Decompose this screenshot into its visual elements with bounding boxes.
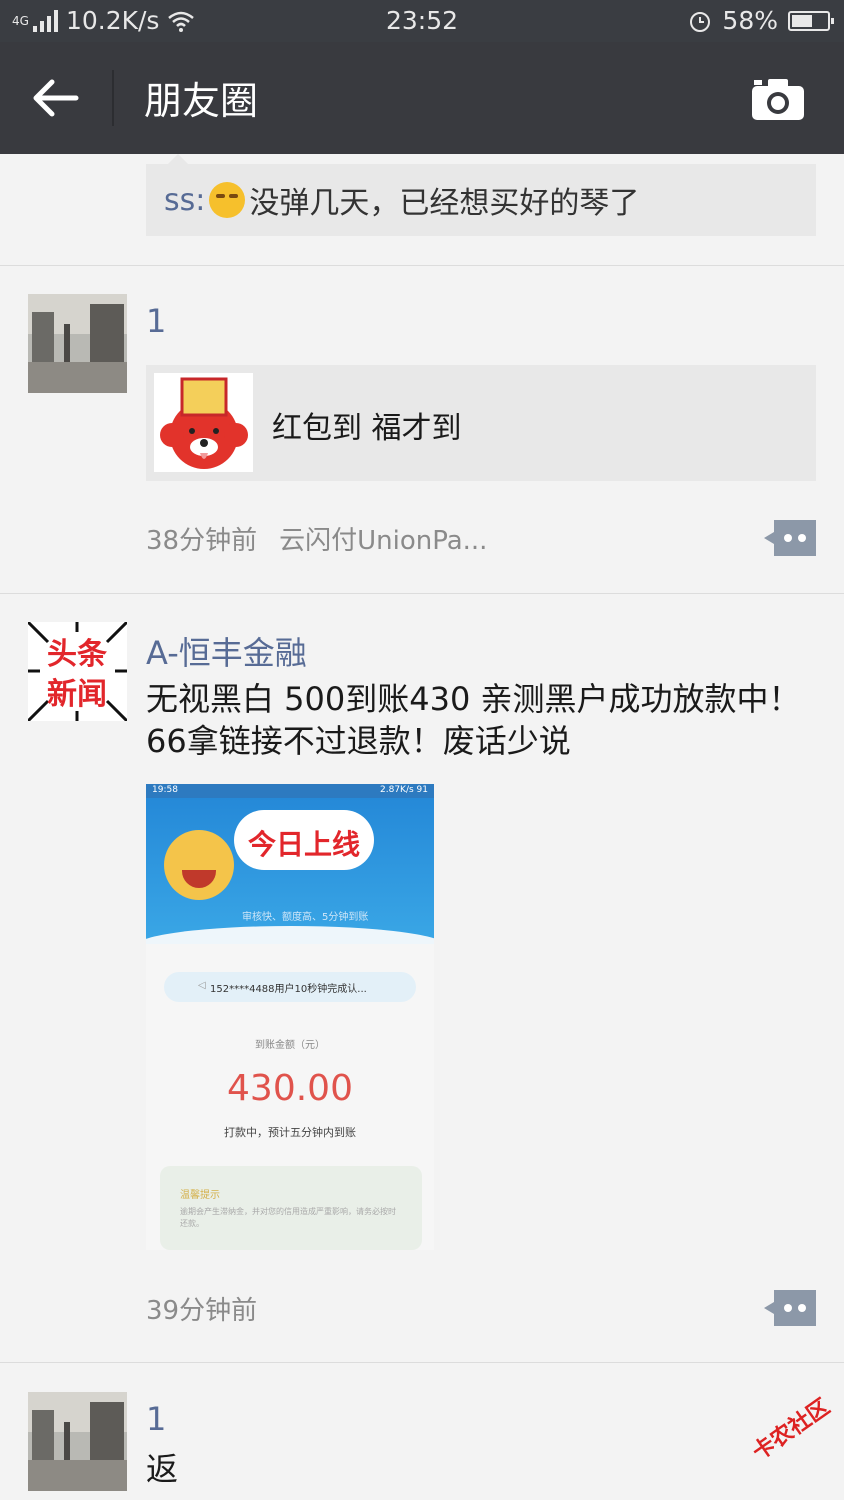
avatar[interactable]: 头条 新闻: [28, 622, 127, 721]
post-divider: [0, 1362, 844, 1363]
avatar[interactable]: [28, 1392, 127, 1491]
tip-card: 温馨提示 逾期会产生滞纳金，并对您的信用造成严重影响，请务必按时还款。: [160, 1166, 422, 1250]
banner-title: 今日上线: [247, 828, 360, 861]
battery-percent: 58%: [722, 6, 778, 35]
comment-more-icon[interactable]: [764, 520, 816, 556]
speaker-icon: ◁: [198, 980, 206, 991]
image-status-right: 2.87K/s 91: [380, 785, 428, 795]
cartoon-character-icon: [164, 830, 234, 900]
post-meta: 39分钟前: [146, 1290, 257, 1327]
post-author-name[interactable]: 1: [146, 302, 166, 340]
tip-title: 温馨提示: [180, 1190, 220, 1201]
comment-block: ss: 没弹几天，已经想买好的琴了: [146, 154, 816, 236]
image-notice: ◁ 152****4488用户10秒钟完成认...: [164, 972, 416, 1002]
post-text: 无视黑白 500到账430 亲测黑户成功放款中！66拿链接不过退款！废话少说: [146, 680, 801, 760]
red-packet-dog-thumbnail: [154, 373, 253, 472]
image-status-time: 19:58: [152, 785, 178, 795]
svg-text:头条: 头条: [47, 637, 107, 672]
payout-status: 打款中，预计五分钟内到账: [224, 1126, 356, 1139]
comment-more-icon[interactable]: [764, 1290, 816, 1326]
post-author-name[interactable]: A-恒丰金融: [146, 628, 307, 674]
navigation-bar: 朋友圈: [0, 42, 844, 154]
crying-laugh-emoji-icon: [209, 182, 246, 218]
post-author-name[interactable]: 1: [146, 1400, 166, 1438]
svg-text:新闻: 新闻: [47, 677, 107, 712]
post-time: 38分钟前: [146, 526, 258, 556]
notice-text: 152****4488用户10秒钟完成认...: [210, 984, 367, 995]
post-text: 返: [146, 1450, 179, 1488]
nav-divider: [112, 70, 114, 126]
speech-bubble: 今日上线: [234, 810, 374, 870]
tip-body: 逾期会产生滞纳金，并对您的信用造成严重影响，请务必按时还款。: [180, 1207, 396, 1228]
comment-author[interactable]: ss:: [164, 183, 205, 218]
avatar[interactable]: [28, 294, 127, 393]
shared-link-card[interactable]: 红包到 福才到: [146, 365, 816, 481]
post-image[interactable]: 19:58 2.87K/s 91 今日上线 审核快、额度高、5分钟到账 ◁ 15…: [146, 784, 434, 1250]
status-bar: 4G 10.2K/s 23:52 58%: [0, 0, 844, 42]
banner-slogan: 审核快、额度高、5分钟到账: [242, 912, 369, 923]
back-arrow-icon[interactable]: [30, 78, 80, 118]
post-time: 39分钟前: [146, 1296, 258, 1326]
battery-icon: [788, 10, 834, 31]
alarm-icon: [690, 11, 711, 32]
amount-value: 430.00: [227, 1068, 353, 1109]
shared-link-title: 红包到 福才到: [272, 411, 462, 446]
camera-icon[interactable]: [750, 76, 806, 122]
amount-label: 到账金额（元）: [255, 1040, 325, 1051]
comment-text: 没弹几天，已经想买好的琴了: [249, 186, 640, 221]
page-title: 朋友圈: [144, 79, 259, 123]
post-meta: 38分钟前 云闪付UnionPa...: [146, 520, 487, 557]
image-banner: 今日上线 审核快、额度高、5分钟到账: [146, 798, 434, 944]
post-source[interactable]: 云闪付UnionPa...: [279, 526, 487, 556]
image-status-bar: 19:58 2.87K/s 91: [146, 784, 434, 798]
post-divider: [0, 593, 844, 594]
post-divider: [0, 265, 844, 266]
